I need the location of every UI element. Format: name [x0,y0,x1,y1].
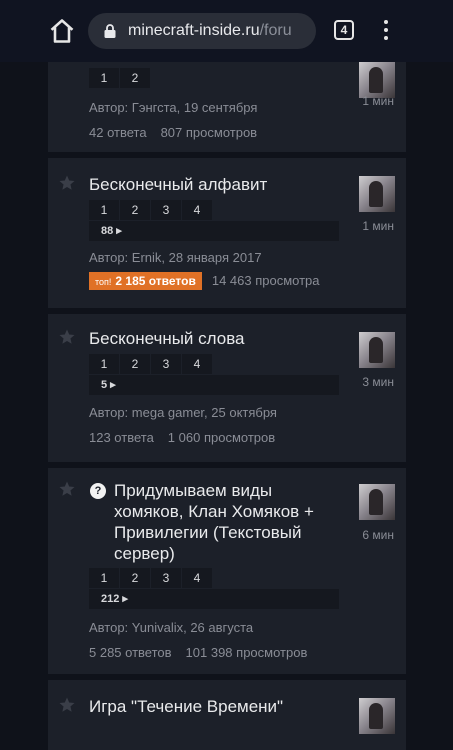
page-link[interactable]: 4 [182,200,212,220]
avatar[interactable] [359,484,395,520]
last-post-time: 3 мин [362,375,394,389]
page-link[interactable]: 2 [120,354,150,374]
topic-title[interactable]: Придумываем виды хомяков, Клан Хомяков +… [114,480,329,564]
more-menu-icon[interactable] [382,18,390,42]
view-count: 807 просмотров [160,125,258,140]
last-page-link[interactable]: 88 ▸ [89,221,339,241]
topic-author: Автор: Yunivalix, 26 августа [89,620,254,635]
topic-card[interactable]: Бесконечный слова 1 2 3 4 5 ▸ Автор: meg… [48,314,406,462]
topic-stats: топ! 2 185 ответов 14 463 просмотра [89,272,320,290]
topic-title[interactable]: Игра "Течение Времени" [89,696,283,717]
view-count: 14 463 просмотра [211,273,320,288]
reply-count: 5 285 ответов [89,645,172,660]
page-link[interactable]: 3 [151,568,181,588]
page-link[interactable]: 1 [89,200,119,220]
page-link[interactable]: 3 [151,354,181,374]
topic-author: Автор: Гэнгста, 19 сентября [89,100,258,115]
avatar[interactable] [359,332,395,368]
page-link[interactable]: 1 [89,354,119,374]
last-page-link[interactable]: 5 ▸ [89,375,339,395]
lock-icon [104,24,116,38]
topic-title[interactable]: Бесконечный алфавит [89,174,267,195]
avatar[interactable] [359,698,395,734]
topic-list: 1 2 Автор: Гэнгста, 19 сентября 42 ответ… [48,62,406,750]
avatar[interactable] [359,62,395,98]
reply-count: 42 ответа [89,125,147,140]
topic-stats: 5 285 ответов 101 398 просмотров [89,645,307,660]
last-page-link[interactable]: 212 ▸ [89,589,339,609]
page-link[interactable]: 4 [182,354,212,374]
page-link[interactable]: 2 [120,68,150,88]
question-icon: ? [90,483,106,499]
page-link[interactable]: 3 [151,200,181,220]
topic-card[interactable]: ? Придумываем виды хомяков, Клан Хомяков… [48,468,406,674]
star-icon[interactable] [58,480,76,498]
topic-title[interactable]: Бесконечный слова [89,328,245,349]
home-icon[interactable] [48,17,76,45]
avatar[interactable] [359,176,395,212]
last-post-time: 1 мин [362,94,394,108]
topic-stats: 42 ответа 807 просмотров [89,125,257,140]
url-text: minecraft-inside.ru/foru [128,22,292,39]
topic-card[interactable]: Бесконечный алфавит 1 2 3 4 88 ▸ Автор: … [48,158,406,308]
hot-badge: топ! 2 185 ответов [89,272,202,290]
page-link[interactable]: 4 [182,568,212,588]
view-count: 1 060 просмотров [167,430,276,445]
page-link[interactable]: 2 [120,200,150,220]
page-link[interactable]: 1 [89,68,119,88]
browser-toolbar: minecraft-inside.ru/foru 4 [0,0,453,62]
last-post-time: 1 мин [362,219,394,233]
page-link[interactable]: 2 [120,568,150,588]
star-icon[interactable] [58,696,76,714]
view-count: 101 398 просмотров [185,645,308,660]
tab-switcher-button[interactable]: 4 [334,20,354,40]
topic-card[interactable]: Игра "Течение Времени" [48,680,406,750]
topic-stats: 123 ответа 1 060 просмотров [89,430,275,445]
page-link[interactable]: 1 [89,568,119,588]
star-icon[interactable] [58,174,76,192]
topic-author: Автор: Ernik, 28 января 2017 [89,250,262,265]
star-icon[interactable] [58,328,76,346]
address-bar[interactable]: minecraft-inside.ru/foru [88,13,316,49]
topic-card[interactable]: 1 2 Автор: Гэнгста, 19 сентября 42 ответ… [48,62,406,152]
topic-author: Автор: mega gamer, 25 октября [89,405,277,420]
last-post-time: 6 мин [362,528,394,542]
reply-count: 123 ответа [89,430,154,445]
